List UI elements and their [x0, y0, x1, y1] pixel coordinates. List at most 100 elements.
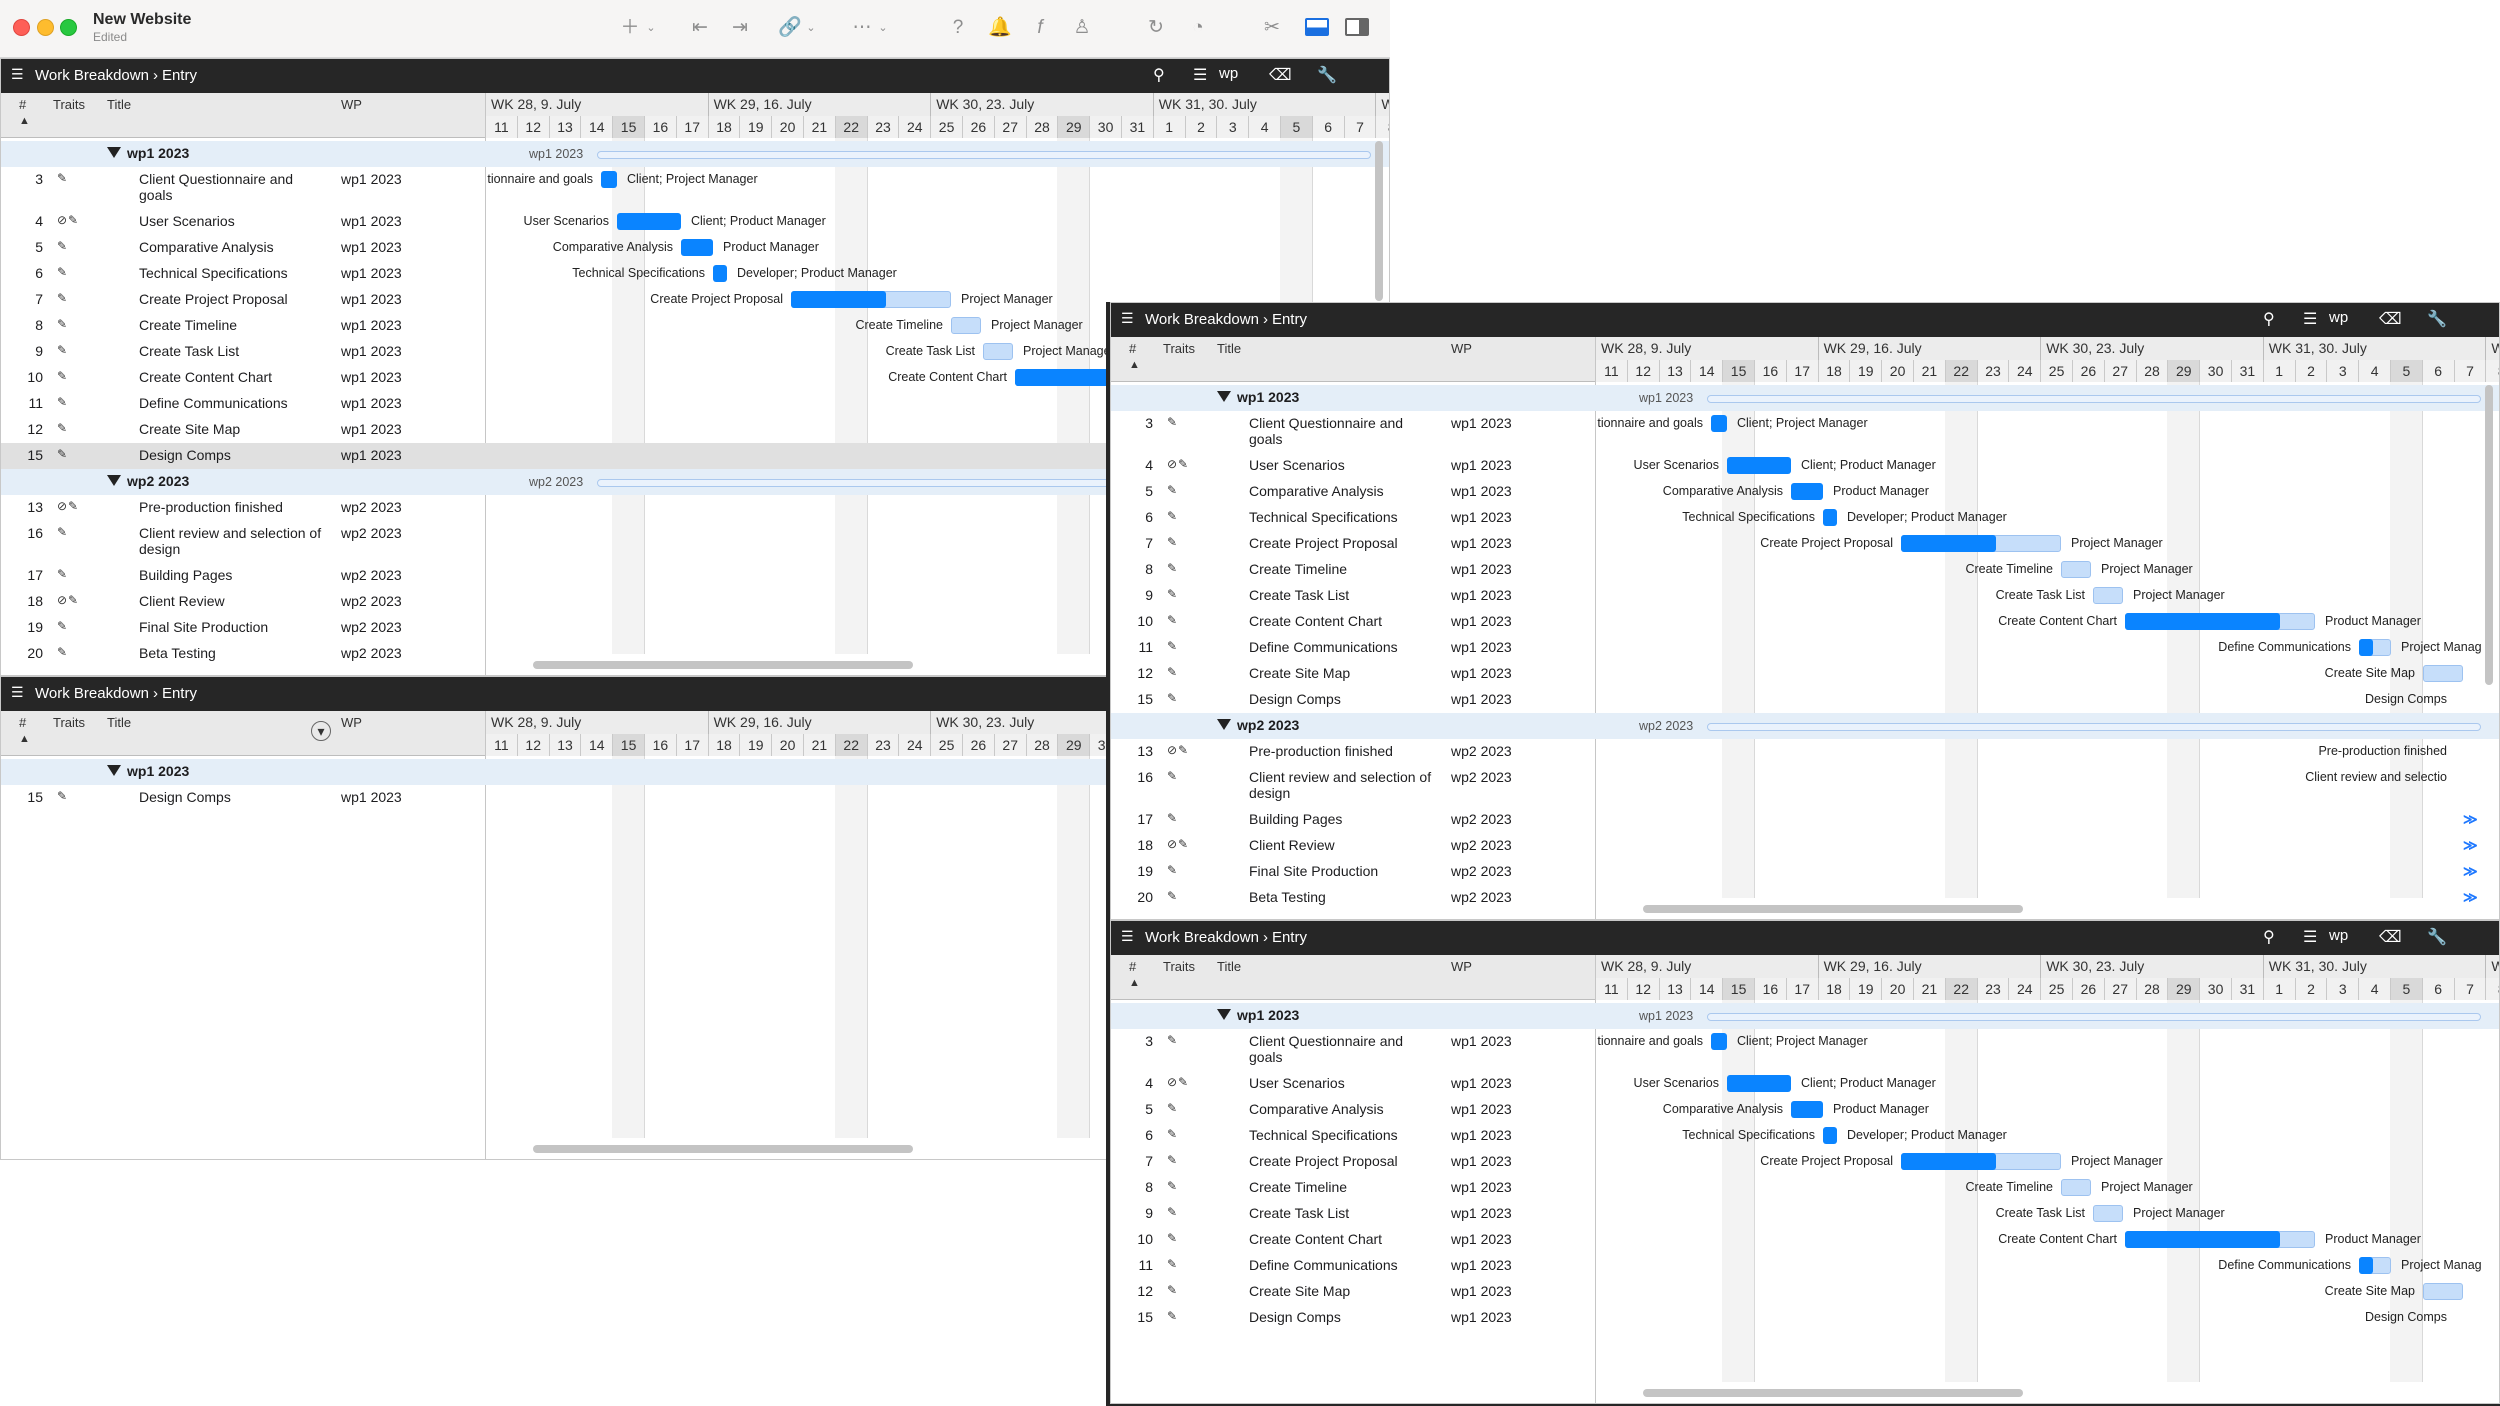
task-title[interactable]: Client Questionnaire and goals — [139, 171, 329, 203]
person-icon[interactable]: ♙ — [1068, 14, 1096, 42]
bell-icon[interactable]: 🔔 — [986, 14, 1014, 42]
more-arrows-icon[interactable]: ≫ — [2463, 863, 2478, 880]
horizontal-scrollbar[interactable] — [1643, 905, 2023, 913]
brush-icon[interactable]: ⌫ — [1269, 65, 1292, 85]
task-title[interactable]: Create Content Chart — [139, 369, 329, 385]
table-row[interactable]: 16 ✎ Client review and selection of design… — [1111, 765, 2499, 807]
chevron-down-icon[interactable]: ⌄ — [804, 14, 818, 42]
task-title[interactable]: Create Task List — [1249, 1205, 1439, 1221]
wrench-icon[interactable]: 🔧 — [2427, 309, 2447, 329]
task-title[interactable]: Technical Specifications — [139, 265, 329, 281]
gantt-bar-remaining[interactable] — [2423, 1283, 2463, 1300]
gantt-bar-remaining[interactable] — [983, 343, 1013, 360]
function-icon[interactable]: f — [1028, 14, 1052, 42]
sidebar-right-icon[interactable] — [1342, 14, 1372, 42]
breadcrumb-work-breakdown[interactable]: Work Breakdown — [35, 685, 149, 702]
column-title[interactable]: Title — [107, 97, 131, 112]
gantt-bar[interactable] — [2125, 613, 2280, 630]
gantt-bar[interactable] — [681, 239, 713, 256]
table-row[interactable]: 8 ✎ Create Timeline wp1 2023 — [1111, 557, 2499, 583]
wp-grouping-label[interactable]: wp — [2329, 309, 2348, 326]
brush-icon[interactable]: ⌫ — [2379, 309, 2402, 329]
breadcrumb-entry[interactable]: Entry — [162, 685, 197, 702]
disclosure-triangle-icon[interactable] — [1217, 1009, 1231, 1020]
gantt-bar[interactable] — [1727, 457, 1791, 474]
task-title[interactable]: Pre-production finished — [1249, 743, 1439, 759]
gantt-bar[interactable] — [1711, 415, 1727, 432]
table-row[interactable]: 19 ✎ Final Site Production wp2 2023 — [1111, 859, 2499, 885]
column-wp[interactable]: WP — [1451, 341, 1472, 356]
sort-ascending-icon[interactable]: ▲ — [19, 733, 30, 745]
task-title[interactable]: Create Task List — [139, 343, 329, 359]
task-title[interactable]: Create Site Map — [1249, 1283, 1439, 1299]
table-row[interactable]: 13 ⊘✎ Pre-production finished wp2 2023 — [1111, 739, 2499, 765]
chevron-down-icon[interactable]: ⌄ — [876, 14, 890, 42]
horizontal-scrollbar[interactable] — [533, 1145, 913, 1153]
task-title[interactable]: Define Communications — [1249, 639, 1439, 655]
ellipsis-circle-icon[interactable]: ⋯ — [848, 14, 876, 42]
task-title[interactable]: Design Comps — [139, 789, 329, 805]
filter-icon[interactable]: ⚲ — [2263, 927, 2275, 947]
task-title[interactable]: Create Content Chart — [1249, 613, 1439, 629]
task-title[interactable]: Beta Testing — [1249, 889, 1439, 905]
brush-icon[interactable]: ⌫ — [2379, 927, 2402, 947]
layout-bottom-icon[interactable] — [1302, 14, 1332, 42]
table-row[interactable]: 9 ✎ Create Task List wp1 2023 — [1111, 583, 2499, 609]
horizontal-scrollbar[interactable] — [1643, 1389, 2023, 1397]
task-title[interactable]: Design Comps — [1249, 691, 1439, 707]
disclosure-triangle-icon[interactable] — [107, 765, 121, 776]
chevron-down-icon[interactable]: ⌄ — [644, 14, 658, 42]
task-title[interactable]: Final Site Production — [139, 619, 329, 635]
link-icon[interactable]: 🔗 — [778, 14, 802, 42]
table-row[interactable]: 17 ✎ Building Pages wp2 2023 — [1111, 807, 2499, 833]
column-traits[interactable]: Traits — [53, 715, 85, 730]
tools-icon[interactable]: ✂ — [1258, 14, 1286, 42]
table-row[interactable]: 12 ✎ Create Site Map wp1 2023 — [1111, 661, 2499, 687]
gantt-bar[interactable] — [617, 213, 681, 230]
column-title[interactable]: Title — [107, 715, 131, 730]
grouping-icon[interactable]: ☰ — [1193, 65, 1207, 85]
disclosure-triangle-icon[interactable] — [107, 147, 121, 158]
task-title[interactable]: Create Project Proposal — [1249, 535, 1439, 551]
task-title[interactable]: Technical Specifications — [1249, 1127, 1439, 1143]
wrench-icon[interactable]: 🔧 — [1317, 65, 1337, 85]
sort-ascending-icon[interactable]: ▲ — [1129, 359, 1140, 371]
task-title[interactable]: User Scenarios — [1249, 1075, 1439, 1091]
task-title[interactable]: Design Comps — [139, 447, 329, 463]
gantt-bar[interactable] — [791, 291, 886, 308]
vertical-scrollbar[interactable] — [1375, 141, 1383, 301]
gantt-bar-remaining[interactable] — [2093, 587, 2123, 604]
column-traits[interactable]: Traits — [1163, 959, 1195, 974]
task-title[interactable]: Create Timeline — [139, 317, 329, 333]
column-wp[interactable]: WP — [341, 97, 362, 112]
horizontal-scrollbar[interactable] — [533, 661, 913, 669]
task-title[interactable]: Client Questionnaire and goals — [1249, 1033, 1439, 1065]
column-traits[interactable]: Traits — [53, 97, 85, 112]
gantt-bar[interactable] — [1711, 1033, 1727, 1050]
help-icon[interactable]: ? — [944, 14, 972, 42]
task-title[interactable]: Client Review — [139, 593, 329, 609]
disclosure-triangle-icon[interactable] — [1217, 391, 1231, 402]
gantt-bar[interactable] — [601, 171, 617, 188]
grouping-icon[interactable]: ☰ — [2303, 927, 2317, 947]
plus-icon[interactable]: ＋ — [618, 14, 642, 42]
breadcrumb-work-breakdown[interactable]: Work Breakdown — [1145, 929, 1259, 946]
gantt-bar[interactable] — [2359, 639, 2373, 656]
task-title[interactable]: Building Pages — [139, 567, 329, 583]
gantt-bar[interactable] — [1901, 1153, 1996, 1170]
breadcrumb-entry[interactable]: Entry — [162, 67, 197, 84]
task-title[interactable]: Technical Specifications — [1249, 509, 1439, 525]
column-wp[interactable]: WP — [1451, 959, 1472, 974]
gantt-bar[interactable] — [2359, 1257, 2373, 1274]
task-title[interactable]: Create Timeline — [1249, 561, 1439, 577]
indent-icon[interactable]: ⇥ — [722, 14, 758, 42]
task-title[interactable]: Create Site Map — [139, 421, 329, 437]
task-title[interactable]: Define Communications — [1249, 1257, 1439, 1273]
task-title[interactable]: User Scenarios — [139, 213, 329, 229]
gantt-bar[interactable] — [1791, 483, 1823, 500]
breadcrumb-entry[interactable]: Entry — [1272, 311, 1307, 328]
gantt-bar[interactable] — [1727, 1075, 1791, 1092]
gantt-bar-remaining[interactable] — [2061, 1179, 2091, 1196]
gantt-bar[interactable] — [1823, 509, 1837, 526]
task-title[interactable]: Create Content Chart — [1249, 1231, 1439, 1247]
